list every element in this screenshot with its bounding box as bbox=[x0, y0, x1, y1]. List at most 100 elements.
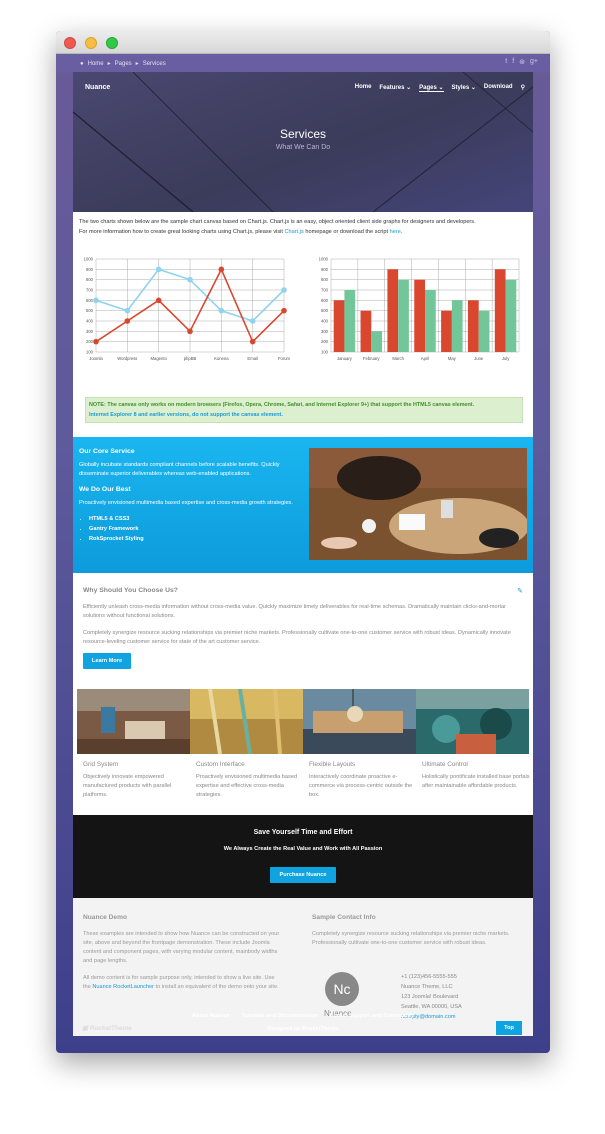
bar bbox=[425, 290, 436, 352]
custom-interface-image bbox=[190, 689, 303, 754]
top-bar: ● Home ▸ Pages ▸ Services t f ⊛ g+ bbox=[56, 54, 550, 72]
y-tick-label: 300 bbox=[86, 329, 94, 334]
y-tick-label: 800 bbox=[86, 277, 94, 282]
bar bbox=[387, 269, 399, 352]
nav-home[interactable]: Home bbox=[355, 84, 372, 92]
breadcrumb: ● Home ▸ Pages ▸ Services bbox=[80, 60, 166, 68]
bar bbox=[371, 331, 383, 352]
feature-text: Objectively innovate empowered manufactu… bbox=[83, 774, 172, 798]
nav-features[interactable]: Features ⌄ bbox=[379, 84, 411, 92]
footer: About Nuance Tutorials and Documentation… bbox=[56, 1013, 550, 1053]
contact-street: 123 Joomla! Boulevard bbox=[401, 994, 459, 1000]
facebook-icon[interactable]: f bbox=[512, 58, 514, 66]
purchase-button[interactable]: Purchase Nuance bbox=[270, 867, 336, 883]
close-window-button[interactable] bbox=[64, 37, 76, 49]
search-icon[interactable]: ⚲ bbox=[521, 84, 525, 92]
bar bbox=[505, 279, 517, 352]
bar bbox=[467, 300, 479, 352]
data-point bbox=[93, 338, 99, 345]
x-tick-label: Forum bbox=[278, 356, 290, 361]
demo-title: Nuance Demo bbox=[83, 914, 127, 921]
nav-download[interactable]: Download bbox=[484, 84, 513, 92]
data-point bbox=[124, 318, 131, 324]
feature-title: Custom Interface bbox=[196, 761, 245, 768]
demo-text-2: All demo content is for sample purpose o… bbox=[83, 975, 279, 990]
minimize-window-button[interactable] bbox=[85, 37, 97, 49]
rss-icon[interactable]: ⊛ bbox=[519, 58, 525, 66]
why-choose-section: Why Should You Choose Us? ✎ Efficiently … bbox=[73, 573, 533, 689]
charts-section: The two charts shown below are the sampl… bbox=[73, 212, 533, 437]
bar bbox=[478, 310, 490, 352]
y-tick-label: 900 bbox=[86, 267, 94, 272]
chartjs-link[interactable]: Chart.js bbox=[285, 229, 304, 235]
nav-pages[interactable]: Pages ⌄ bbox=[419, 84, 444, 92]
data-point bbox=[249, 338, 256, 345]
edit-icon[interactable]: ✎ bbox=[517, 587, 523, 595]
footer-link[interactable]: Tutorials and Documentation bbox=[241, 1013, 318, 1019]
y-tick-label: 1000 bbox=[84, 257, 94, 262]
y-tick-label: 700 bbox=[86, 288, 94, 293]
ultimate-control-image bbox=[416, 689, 529, 754]
y-tick-label: 300 bbox=[321, 329, 329, 334]
learn-more-button[interactable]: Learn More bbox=[83, 653, 131, 669]
data-point bbox=[187, 276, 193, 283]
cta-title: Save Yourself Time and Effort bbox=[253, 829, 353, 836]
twitter-icon[interactable]: t bbox=[505, 58, 507, 66]
x-tick-label: Wordpress bbox=[117, 356, 137, 361]
download-link[interactable]: here bbox=[390, 229, 401, 235]
y-tick-label: 500 bbox=[321, 308, 329, 313]
google-plus-icon[interactable]: g+ bbox=[530, 58, 538, 66]
workspace-photo bbox=[309, 448, 527, 560]
footer-links: About Nuance Tutorials and Documentation… bbox=[56, 1013, 550, 1019]
social-links: t f ⊛ g+ bbox=[505, 58, 538, 66]
y-tick-label: 200 bbox=[321, 339, 329, 344]
feature-title: Flexible Layouts bbox=[309, 761, 356, 768]
y-tick-label: 400 bbox=[86, 319, 94, 324]
bar bbox=[333, 300, 345, 352]
data-point bbox=[281, 287, 287, 293]
page-header: Nuance Home Features ⌄ Pages ⌄ Styles ⌄ … bbox=[73, 72, 533, 212]
footer-link[interactable]: About Nuance bbox=[192, 1013, 230, 1019]
breadcrumb-home[interactable]: Home bbox=[88, 61, 104, 67]
nav-styles[interactable]: Styles ⌄ bbox=[452, 84, 476, 92]
y-tick-label: 600 bbox=[321, 298, 329, 303]
bar bbox=[398, 279, 409, 352]
contact-company: Nuance Theme, LLC bbox=[401, 984, 453, 990]
header-background-art bbox=[73, 72, 533, 212]
flexible-layouts-image bbox=[303, 689, 416, 754]
x-tick-label: Kunena bbox=[214, 356, 229, 361]
page-subtitle: What We Can Do bbox=[275, 144, 331, 151]
window-titlebar bbox=[56, 31, 550, 54]
x-tick-label: June bbox=[474, 356, 484, 361]
bar bbox=[360, 310, 372, 352]
list-item: RokSprocket Styling bbox=[89, 534, 299, 544]
back-to-top-button[interactable]: Top bbox=[496, 1021, 522, 1035]
grid-system-image bbox=[77, 689, 190, 754]
y-tick-label: 900 bbox=[321, 267, 329, 272]
browser-note: NOTE: The canvas only works on modern br… bbox=[85, 397, 523, 423]
contact-phone: +1 (123)456-5555-555 bbox=[401, 974, 457, 980]
data-point bbox=[93, 297, 99, 304]
home-icon: ● bbox=[80, 60, 84, 67]
rocketlauncher-link[interactable]: Nuance RocketLauncher bbox=[92, 984, 154, 990]
core-title: Our Core Service bbox=[79, 448, 135, 455]
breadcrumb-pages[interactable]: Pages bbox=[115, 61, 132, 67]
page-title: Services bbox=[279, 127, 326, 141]
y-tick-label: 400 bbox=[321, 319, 329, 324]
x-tick-label: phpBB bbox=[184, 356, 197, 361]
y-tick-label: 100 bbox=[86, 350, 94, 355]
site-logo[interactable]: Nuance bbox=[85, 84, 110, 91]
data-point bbox=[155, 297, 162, 304]
x-tick-label: February bbox=[363, 356, 381, 361]
features-gallery: Grid System Objectively innovate empower… bbox=[73, 689, 533, 815]
breadcrumb-services: Services bbox=[142, 60, 166, 67]
call-to-action: Save Yourself Time and Effort We Always … bbox=[73, 815, 533, 898]
best-text: Proactively envisioned multimedia based … bbox=[79, 500, 293, 506]
contact-city: Seattle, WA 00000, USA bbox=[401, 1004, 462, 1010]
footer-link[interactable]: Forum Support and Community bbox=[330, 1013, 414, 1019]
contact-text: Completely synergize resource sucking re… bbox=[312, 931, 510, 946]
feature-title: Grid System bbox=[83, 761, 119, 768]
x-tick-label: May bbox=[448, 356, 457, 361]
maximize-window-button[interactable] bbox=[106, 37, 118, 49]
bar bbox=[451, 300, 463, 352]
